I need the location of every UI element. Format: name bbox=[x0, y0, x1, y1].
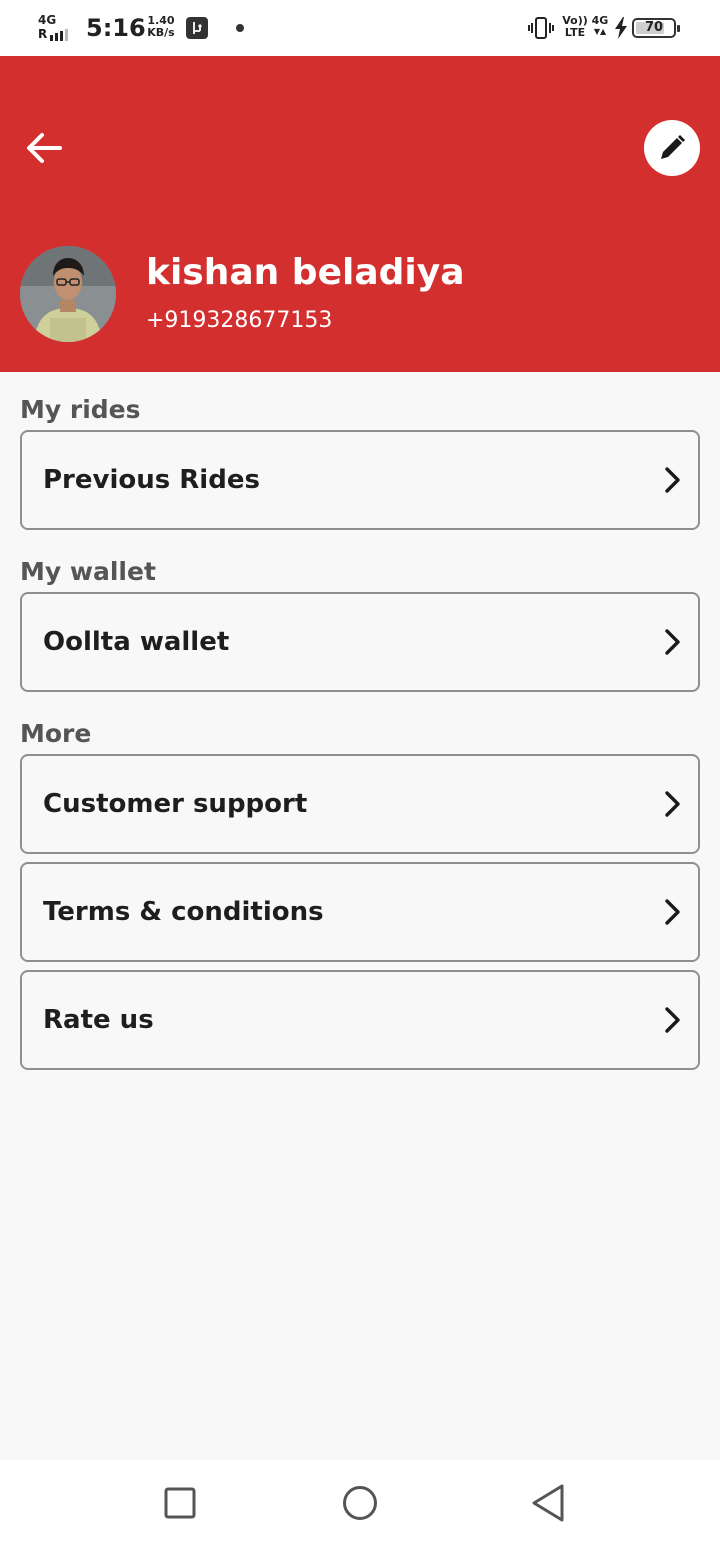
network-speed-unit: KB/s bbox=[147, 26, 175, 39]
roaming-label: R bbox=[38, 27, 48, 41]
chevron-right-icon bbox=[665, 629, 680, 655]
menu-item-wallet[interactable]: Oollta wallet bbox=[20, 592, 700, 692]
signal-strength-icon: R bbox=[38, 28, 78, 42]
section-title-wallet: My wallet bbox=[20, 557, 156, 586]
network-speed: 1.40 KB/s bbox=[145, 15, 177, 39]
menu-item-terms[interactable]: Terms & conditions bbox=[20, 862, 700, 962]
section-title-more: More bbox=[20, 719, 92, 748]
network-indicator: 4G R bbox=[38, 14, 78, 42]
square-icon bbox=[164, 1487, 196, 1519]
chevron-right-icon bbox=[665, 899, 680, 925]
menu-item-customer-support[interactable]: Customer support bbox=[20, 754, 700, 854]
status-bar: 4G R 5:16 1.40 KB/s Vo)) LTE 4G ▼▲ 70 bbox=[0, 0, 720, 56]
battery-icon: 70 bbox=[632, 18, 680, 38]
data-indicator: 4G ▼▲ bbox=[590, 15, 610, 37]
network-type: 4G bbox=[38, 13, 57, 27]
menu-item-label: Oollta wallet bbox=[43, 627, 230, 657]
data-type-label: 4G bbox=[591, 14, 609, 27]
pencil-icon bbox=[661, 135, 685, 159]
recents-button[interactable] bbox=[164, 1487, 196, 1519]
avatar[interactable] bbox=[20, 246, 116, 342]
menu-item-label: Customer support bbox=[43, 789, 308, 819]
battery-level: 70 bbox=[644, 20, 664, 35]
profile-photo bbox=[20, 246, 116, 342]
profile-header: kishan beladiya +919328677153 bbox=[0, 56, 720, 372]
section-title-rides: My rides bbox=[20, 395, 141, 424]
status-time: 5:16 bbox=[86, 14, 146, 42]
menu-item-previous-rides[interactable]: Previous Rides bbox=[20, 430, 700, 530]
system-nav-bar bbox=[0, 1460, 720, 1544]
menu-item-label: Previous Rides bbox=[43, 465, 260, 495]
back-button[interactable] bbox=[22, 126, 66, 170]
arrow-left-icon bbox=[27, 133, 62, 163]
volte-indicator: Vo)) LTE bbox=[561, 15, 589, 39]
vibrate-icon bbox=[528, 15, 554, 41]
profile-phone: +919328677153 bbox=[146, 308, 333, 333]
system-back-button[interactable] bbox=[530, 1483, 566, 1523]
chevron-right-icon bbox=[665, 467, 680, 493]
data-arrows-icon: ▼▲ bbox=[593, 27, 607, 36]
edit-profile-button[interactable] bbox=[644, 120, 700, 176]
charging-icon bbox=[613, 16, 629, 40]
chevron-right-icon bbox=[665, 791, 680, 817]
profile-name: kishan beladiya bbox=[146, 252, 465, 293]
menu-item-label: Rate us bbox=[43, 1005, 154, 1035]
circle-icon bbox=[343, 1486, 377, 1520]
usb-debug-icon bbox=[186, 17, 208, 39]
notification-dot-icon bbox=[236, 24, 244, 32]
home-button[interactable] bbox=[342, 1485, 378, 1521]
menu-item-label: Terms & conditions bbox=[43, 897, 324, 927]
menu-item-rate-us[interactable]: Rate us bbox=[20, 970, 700, 1070]
triangle-back-icon bbox=[532, 1484, 564, 1522]
chevron-right-icon bbox=[665, 1007, 680, 1033]
volte-bottom-label: LTE bbox=[564, 26, 586, 39]
